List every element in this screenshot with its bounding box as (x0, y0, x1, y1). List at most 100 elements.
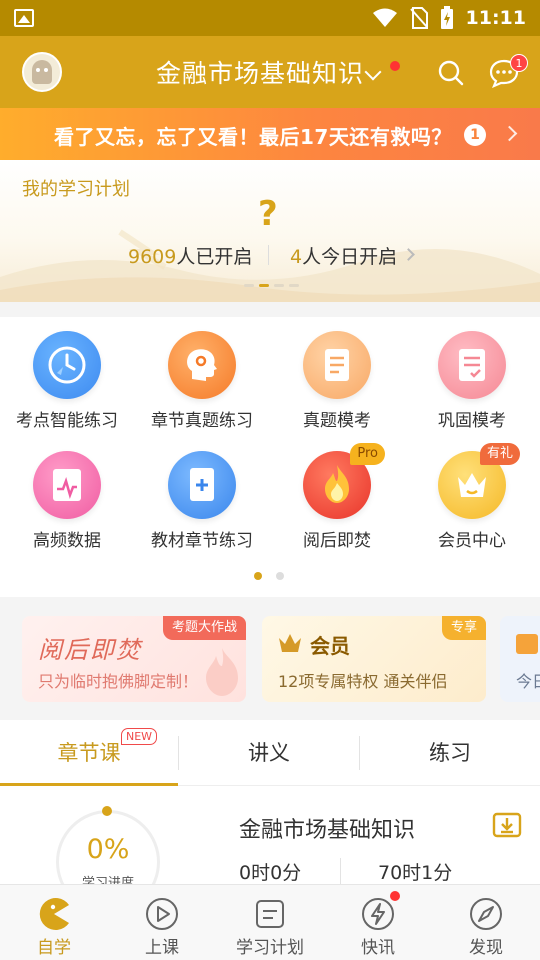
pacman-icon (39, 898, 69, 930)
avatar[interactable] (22, 52, 62, 92)
feature-consolidate-exam[interactable]: 巩固模考 (407, 331, 537, 441)
battery-charging-icon (440, 6, 453, 29)
chart-card-icon (53, 469, 81, 501)
feature-label: 教材章节练习 (151, 531, 253, 551)
avatar-ghost-icon (32, 60, 52, 84)
calendar-icon (516, 634, 538, 654)
promo-text: 看了又忘，忘了又看！最后17天还有救吗？ (54, 125, 452, 149)
bottom-navigation: 自学 上课 学习计划 快讯 发现 (0, 884, 540, 960)
feature-grid: 考点智能练习 章节真题练习 真题模考 巩固模考 高频数据 教材章节练习 Pro … (0, 317, 540, 597)
study-plan-panel[interactable]: 我的学习计划 ? 9609人已开启 4人今日开启 (0, 160, 540, 302)
app-header: 金融市场基础知识 1 (0, 36, 540, 108)
feature-mock-exam[interactable]: 真题模考 (272, 331, 402, 441)
tab-handouts[interactable]: 讲义 (179, 720, 359, 786)
gift-ribbon: 有礼 (479, 443, 520, 465)
today-label: 人今日开启 (302, 246, 398, 268)
time-spent: 0时0分 (239, 862, 302, 884)
card-title: 阅后即焚 (38, 636, 142, 664)
course-selector-title[interactable]: 金融市场基础知识 (156, 54, 364, 90)
course-name: 金融市场基础知识 (239, 818, 416, 843)
feature-chapter-real-questions[interactable]: 章节真题练习 (137, 331, 267, 441)
promo-page-indicator: 1 (464, 124, 486, 146)
feature-label: 高频数据 (33, 531, 101, 551)
card-title: 会员 (310, 634, 350, 658)
started-label: 人已开启 (176, 246, 253, 268)
feature-label: 章节真题练习 (151, 411, 253, 431)
notification-dot (390, 891, 400, 901)
feature-label: 阅后即焚 (303, 531, 371, 551)
plan-pager-dots (244, 284, 299, 287)
feature-point-practice[interactable]: 考点智能练习 (2, 331, 132, 441)
feature-label: 真题模考 (303, 411, 371, 431)
nav-self-study[interactable]: 自学 (0, 885, 108, 960)
feature-label: 会员中心 (438, 531, 506, 551)
clock-icon (48, 346, 86, 384)
nav-label: 快讯 (361, 938, 395, 958)
card-subtitle: 今日 (516, 672, 540, 691)
notification-dot (390, 61, 400, 71)
no-sim-icon (409, 7, 428, 29)
progress-label: 学习进度 (81, 876, 134, 884)
search-icon[interactable] (438, 60, 464, 86)
study-plan-title: 我的学习计划 (22, 179, 130, 200)
nav-discover[interactable]: 发现 (432, 885, 540, 960)
promo-banner[interactable]: 看了又忘，忘了又看！最后17天还有救吗？ 1 (0, 108, 540, 160)
card-tag: 专享 (441, 616, 486, 640)
nav-study-plan[interactable]: 学习计划 (216, 885, 324, 960)
download-icon[interactable] (492, 812, 522, 838)
feature-member-center[interactable]: 有礼 会员中心 (407, 443, 537, 561)
lightning-icon (362, 898, 394, 930)
flame-watermark-icon (206, 648, 238, 696)
nav-label: 上课 (145, 938, 179, 958)
nav-label: 发现 (469, 938, 503, 958)
time-total: 70时1分 (378, 862, 453, 884)
nav-class[interactable]: 上课 (108, 885, 216, 960)
wifi-icon (372, 8, 397, 27)
new-badge: NEW (121, 728, 158, 745)
promo-cards-row: 考题大作战 阅后即焚 只为临时抱佛脚定制！ 专享 会员 12项专属特权 通关伴侣… (0, 600, 540, 718)
pro-ribbon: Pro (350, 443, 385, 465)
stat-divider (268, 245, 269, 265)
head-gear-icon (187, 349, 217, 381)
card-tag: 考题大作战 (162, 616, 246, 640)
card-subtitle: 只为临时抱佛脚定制！ (38, 672, 199, 691)
feature-burn-after-reading[interactable]: Pro 阅后即焚 (272, 443, 402, 561)
today-stat: 4人今日开启 (290, 242, 397, 269)
compass-icon (470, 898, 502, 930)
tab-practice[interactable]: 练习 (360, 720, 540, 786)
book-plus-icon (190, 468, 214, 501)
chevron-right-icon[interactable] (501, 125, 518, 142)
feature-pager-dots (254, 572, 284, 580)
progress-value: 0% (86, 834, 130, 865)
course-tabs: 章节课 讲义 练习 (0, 720, 540, 786)
course-panel: 0% 学习进度 金融市场基础知识 0时0分 70时1分 (0, 786, 540, 884)
plan-icon (256, 900, 284, 928)
progress-marker (102, 806, 112, 816)
today-count: 4 (290, 246, 303, 268)
burn-after-reading-card[interactable]: 考题大作战 阅后即焚 只为临时抱佛脚定制！ (22, 616, 246, 702)
document-icon (325, 349, 349, 381)
status-time: 11:11 (465, 7, 526, 29)
started-count: 9609 (128, 246, 177, 268)
feature-high-frequency-data[interactable]: 高频数据 (2, 451, 132, 561)
member-card[interactable]: 专享 会员 12项专属特权 通关伴侣 (262, 616, 486, 702)
play-icon (146, 898, 178, 930)
nav-label: 自学 (37, 938, 71, 958)
nav-news-flash[interactable]: 快讯 (324, 885, 432, 960)
image-notification-icon (14, 9, 34, 27)
daily-card[interactable]: 今日 (500, 616, 540, 702)
feature-label: 巩固模考 (438, 411, 506, 431)
feature-label: 考点智能练习 (16, 411, 118, 431)
study-plan-question-mark: ? (258, 194, 278, 234)
time-divider (340, 858, 341, 884)
started-stat: 9609人已开启 (128, 242, 252, 269)
nav-label: 学习计划 (236, 938, 304, 958)
message-count-badge: 1 (510, 54, 528, 72)
checklist-icon (459, 349, 485, 381)
chevron-right-icon[interactable] (402, 248, 415, 261)
chevron-down-icon[interactable] (364, 63, 382, 81)
status-bar: 11:11 (0, 0, 540, 36)
crown-icon (279, 634, 301, 652)
feature-textbook-practice[interactable]: 教材章节练习 (137, 451, 267, 561)
card-subtitle: 12项专属特权 通关伴侣 (278, 672, 448, 691)
